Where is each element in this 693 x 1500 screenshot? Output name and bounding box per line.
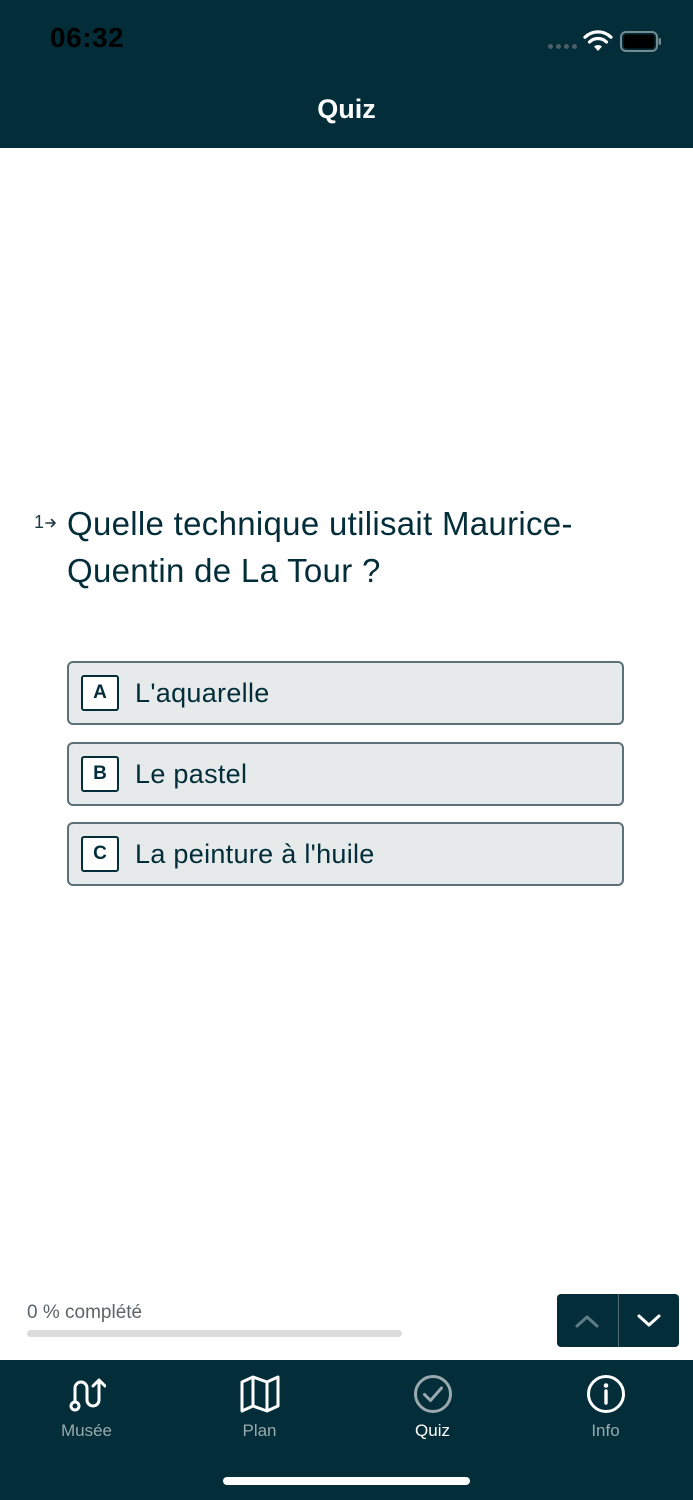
option-label: Le pastel [135, 758, 248, 789]
tab-label: Musée [60, 1421, 113, 1440]
tab-label: Quiz [415, 1421, 450, 1440]
question-navigation [557, 1294, 679, 1347]
tab-label: Info [591, 1421, 620, 1440]
tab-musee[interactable]: Musée [0, 1360, 173, 1456]
battery-icon [620, 31, 661, 52]
question-number-value: 1 [34, 512, 45, 532]
route-icon [67, 1374, 107, 1414]
quiz-screen: 06:32 Quiz 1 Quelle technique utilisait … [0, 0, 693, 1500]
option-c-button[interactable]: C La peinture à l'huile [67, 822, 624, 886]
wifi-icon [583, 30, 613, 51]
map-icon [240, 1374, 280, 1414]
chevron-down-icon [637, 1314, 661, 1326]
tab-plan[interactable]: Plan [173, 1360, 346, 1456]
tab-info[interactable]: Info [519, 1360, 692, 1456]
option-key: C [81, 836, 119, 872]
option-label: La peinture à l'huile [135, 838, 375, 869]
info-icon [586, 1374, 626, 1414]
option-key: A [81, 675, 119, 711]
option-label: L'aquarelle [135, 677, 270, 708]
question-text: Quelle technique utilisait Maurice-Quent… [67, 505, 573, 589]
question-number: 1 [34, 512, 57, 533]
option-b-button[interactable]: B Le pastel [67, 742, 624, 806]
tab-quiz[interactable]: Quiz [346, 1360, 519, 1456]
tab-label: Plan [242, 1421, 277, 1440]
home-indicator [223, 1477, 470, 1485]
previous-question-button[interactable] [557, 1294, 618, 1347]
chevron-up-icon [575, 1315, 599, 1327]
cellular-signal-icon [548, 44, 577, 49]
progress-label: 0 % complété [27, 1302, 143, 1323]
option-key: B [81, 756, 119, 792]
progress-bar [27, 1330, 402, 1337]
option-a-button[interactable]: A L'aquarelle [67, 661, 624, 725]
next-question-button[interactable] [618, 1294, 679, 1347]
page-title: Quiz [317, 94, 376, 124]
header-bar: 06:32 Quiz [0, 0, 693, 148]
check-circle-icon [413, 1374, 453, 1414]
arrow-right-icon [45, 518, 56, 527]
status-time: 06:32 [50, 22, 125, 53]
